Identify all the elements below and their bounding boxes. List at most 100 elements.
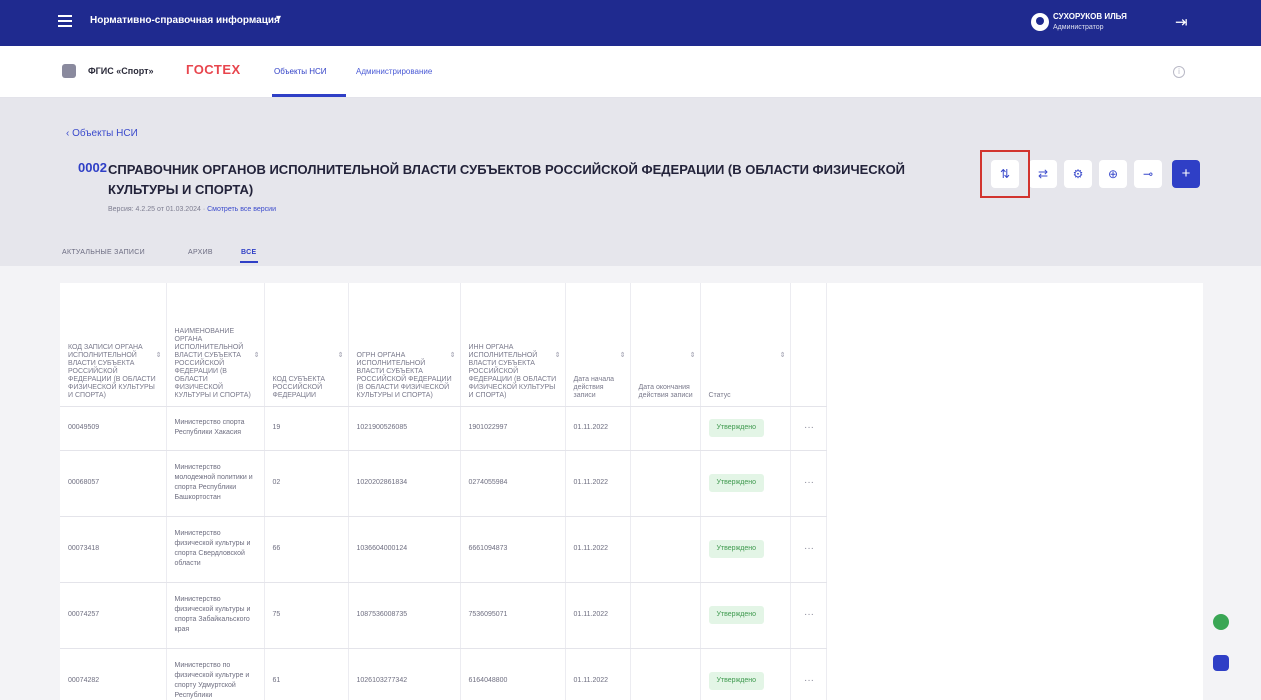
sort-icon[interactable]: ⇕ [450, 352, 456, 360]
cell-code: 00049509 [60, 406, 167, 451]
cell-status: Утверждено [700, 450, 791, 517]
active-subtab-indicator [240, 261, 258, 263]
cell-code: 00074257 [60, 582, 167, 649]
column-header-inn[interactable]: ИНН ОРГАНА ИСПОЛНИТЕЛЬНОЙ ВЛАСТИ СУБЪЕКТ… [460, 283, 566, 407]
cell-inn: 1901022997 [460, 406, 566, 451]
cell-name: Министерство молодежной политики и спорт… [166, 450, 265, 517]
cell-end-date [630, 516, 701, 583]
row-menu-icon[interactable]: ··· [790, 516, 827, 583]
cell-name: Министерство спорта Республики Хакасия [166, 406, 265, 451]
cell-start-date: 01.11.2022 [565, 582, 631, 649]
key-icon[interactable]: ⊸ [1134, 160, 1162, 188]
settings-icon[interactable]: ⚙ [1064, 160, 1092, 188]
user-name[interactable]: СУХОРУКОВ ИЛЬЯ [1053, 12, 1127, 21]
sort-icon[interactable]: ⇕ [254, 352, 260, 360]
column-header-name[interactable]: НАИМЕНОВАНИЕ ОРГАНА ИСПОЛНИТЕЛЬНОЙ ВЛАСТ… [166, 283, 265, 407]
app-header: ФГИС «Спорт» ГОСТЕХ Объекты НСИ Админист… [0, 46, 1261, 98]
user-role: Администратор [1053, 24, 1104, 31]
row-menu-icon[interactable]: ··· [790, 450, 827, 517]
table-row[interactable]: 00074257 Министерство физической культур… [60, 582, 827, 649]
column-header-region-code[interactable]: КОД СУБЪЕКТА РОССИЙСКОЙ ФЕДЕРАЦИИ ⇕ [264, 283, 349, 407]
tab-actual-records[interactable]: АКТУАЛЬНЫЕ ЗАПИСИ [62, 249, 145, 256]
tab-nsi-objects[interactable]: Объекты НСИ [274, 67, 327, 76]
status-badge: Утверждено [708, 419, 764, 437]
column-header-record-code[interactable]: КОД ЗАПИСИ ОРГАНА ИСПОЛНИТЕЛЬНОЙ ВЛАСТИ … [60, 283, 167, 407]
row-menu-icon[interactable]: ··· [790, 406, 827, 451]
table-row[interactable]: 00074282 Министерство по физической куль… [60, 648, 827, 700]
cell-region: 66 [264, 516, 349, 583]
cell-region: 61 [264, 648, 349, 700]
cell-code: 00073418 [60, 516, 167, 583]
cell-start-date: 01.11.2022 [565, 450, 631, 517]
cell-end-date [630, 582, 701, 649]
table-row[interactable]: 00049509 Министерство спорта Республики … [60, 406, 827, 451]
cell-code: 00068057 [60, 450, 167, 517]
cell-end-date [630, 406, 701, 451]
cell-name: Министерство физической культуры и спорт… [166, 582, 265, 649]
emblem-icon [62, 64, 76, 78]
highlight-frame [980, 150, 1030, 198]
sort-icon[interactable]: ⇕ [156, 352, 162, 360]
cell-inn: 6661094873 [460, 516, 566, 583]
cell-end-date [630, 648, 701, 700]
brand-name[interactable]: ФГИС «Спорт» [88, 66, 153, 76]
breadcrumb-back[interactable]: ‹ Объекты НСИ [66, 128, 138, 139]
cell-status: Утверждено [700, 648, 791, 700]
records-table: КОД ЗАПИСИ ОРГАНА ИСПОЛНИТЕЛЬНОЙ ВЛАСТИ … [60, 283, 827, 700]
cell-start-date: 01.11.2022 [565, 648, 631, 700]
cell-region: 19 [264, 406, 349, 451]
cell-ogrn: 1026103277342 [348, 648, 461, 700]
version-text: Версия: 4.2.25 от 01.03.2024 · [108, 206, 206, 213]
gostech-logo: ГОСТЕХ [186, 62, 241, 77]
add-circle-icon[interactable]: ⊕ [1099, 160, 1127, 188]
column-header-end-date[interactable]: Дата окончания действия записи ⇕ [630, 283, 701, 407]
cell-code: 00074282 [60, 648, 167, 700]
version-info: Версия: 4.2.25 от 01.03.2024 · Смотреть … [108, 206, 276, 213]
records-table-card: КОД ЗАПИСИ ОРГАНА ИСПОЛНИТЕЛЬНОЙ ВЛАСТИ … [60, 283, 1203, 700]
app-title[interactable]: Нормативно-справочная информация [90, 15, 280, 26]
cell-start-date: 01.11.2022 [565, 406, 631, 451]
cell-status: Утверждено [700, 516, 791, 583]
status-badge: Утверждено [708, 672, 764, 690]
cell-start-date: 01.11.2022 [565, 516, 631, 583]
cell-ogrn: 1020202861834 [348, 450, 461, 517]
user-avatar-icon[interactable] [1031, 13, 1049, 31]
all-versions-link[interactable]: Смотреть все версии [207, 206, 276, 213]
row-menu-icon[interactable]: ··· [790, 648, 827, 700]
logout-icon[interactable]: ⇥ [1175, 13, 1188, 31]
check-status-icon[interactable] [1213, 614, 1229, 630]
sort-icon[interactable]: ⇕ [690, 352, 696, 360]
column-header-ogrn[interactable]: ОГРН ОРГАНА ИСПОЛНИТЕЛЬНОЙ ВЛАСТИ СУБЪЕК… [348, 283, 461, 407]
cell-status: Утверждено [700, 582, 791, 649]
sort-icon[interactable]: ⇕ [620, 352, 626, 360]
info-icon[interactable]: i [1173, 66, 1185, 78]
table-row[interactable]: 00068057 Министерство молодежной политик… [60, 450, 827, 517]
cell-inn: 0274055984 [460, 450, 566, 517]
cell-ogrn: 1021900526085 [348, 406, 461, 451]
cell-name: Министерство физической культуры и спорт… [166, 516, 265, 583]
column-header-status[interactable]: Статус ⇕ [700, 283, 791, 407]
sort-icon[interactable]: ⇕ [555, 352, 561, 360]
status-badge: Утверждено [708, 606, 764, 624]
compare-icon[interactable]: ⇄ [1029, 160, 1057, 188]
cell-status: Утверждено [700, 406, 791, 451]
page-title: СПРАВОЧНИК ОРГАНОВ ИСПОЛНИТЕЛЬНОЙ ВЛАСТИ… [108, 162, 906, 197]
add-record-button[interactable]: + [1172, 160, 1200, 188]
cell-region: 75 [264, 582, 349, 649]
status-badge: Утверждено [708, 474, 764, 492]
cell-region: 02 [264, 450, 349, 517]
row-menu-icon[interactable]: ··· [790, 582, 827, 649]
chevron-down-icon[interactable]: ▾ [276, 13, 281, 24]
table-header-row: КОД ЗАПИСИ ОРГАНА ИСПОЛНИТЕЛЬНОЙ ВЛАСТИ … [60, 283, 827, 407]
table-row[interactable]: 00073418 Министерство физической культур… [60, 516, 827, 583]
page-header: ‹ Объекты НСИ 0002 СПРАВОЧНИК ОРГАНОВ ИС… [0, 98, 1261, 266]
sort-icon[interactable]: ⇕ [780, 352, 786, 360]
hamburger-menu-icon[interactable] [58, 15, 72, 27]
tab-administration[interactable]: Администрирование [356, 67, 432, 76]
sort-icon[interactable]: ⇕ [338, 352, 344, 360]
tab-archive[interactable]: АРХИВ [188, 249, 213, 256]
column-header-start-date[interactable]: Дата начала действия записи ⇕ [565, 283, 631, 407]
cell-name: Министерство по физической культуре и сп… [166, 648, 265, 700]
chat-icon[interactable] [1213, 655, 1229, 671]
tab-all[interactable]: ВСЕ [241, 249, 256, 256]
